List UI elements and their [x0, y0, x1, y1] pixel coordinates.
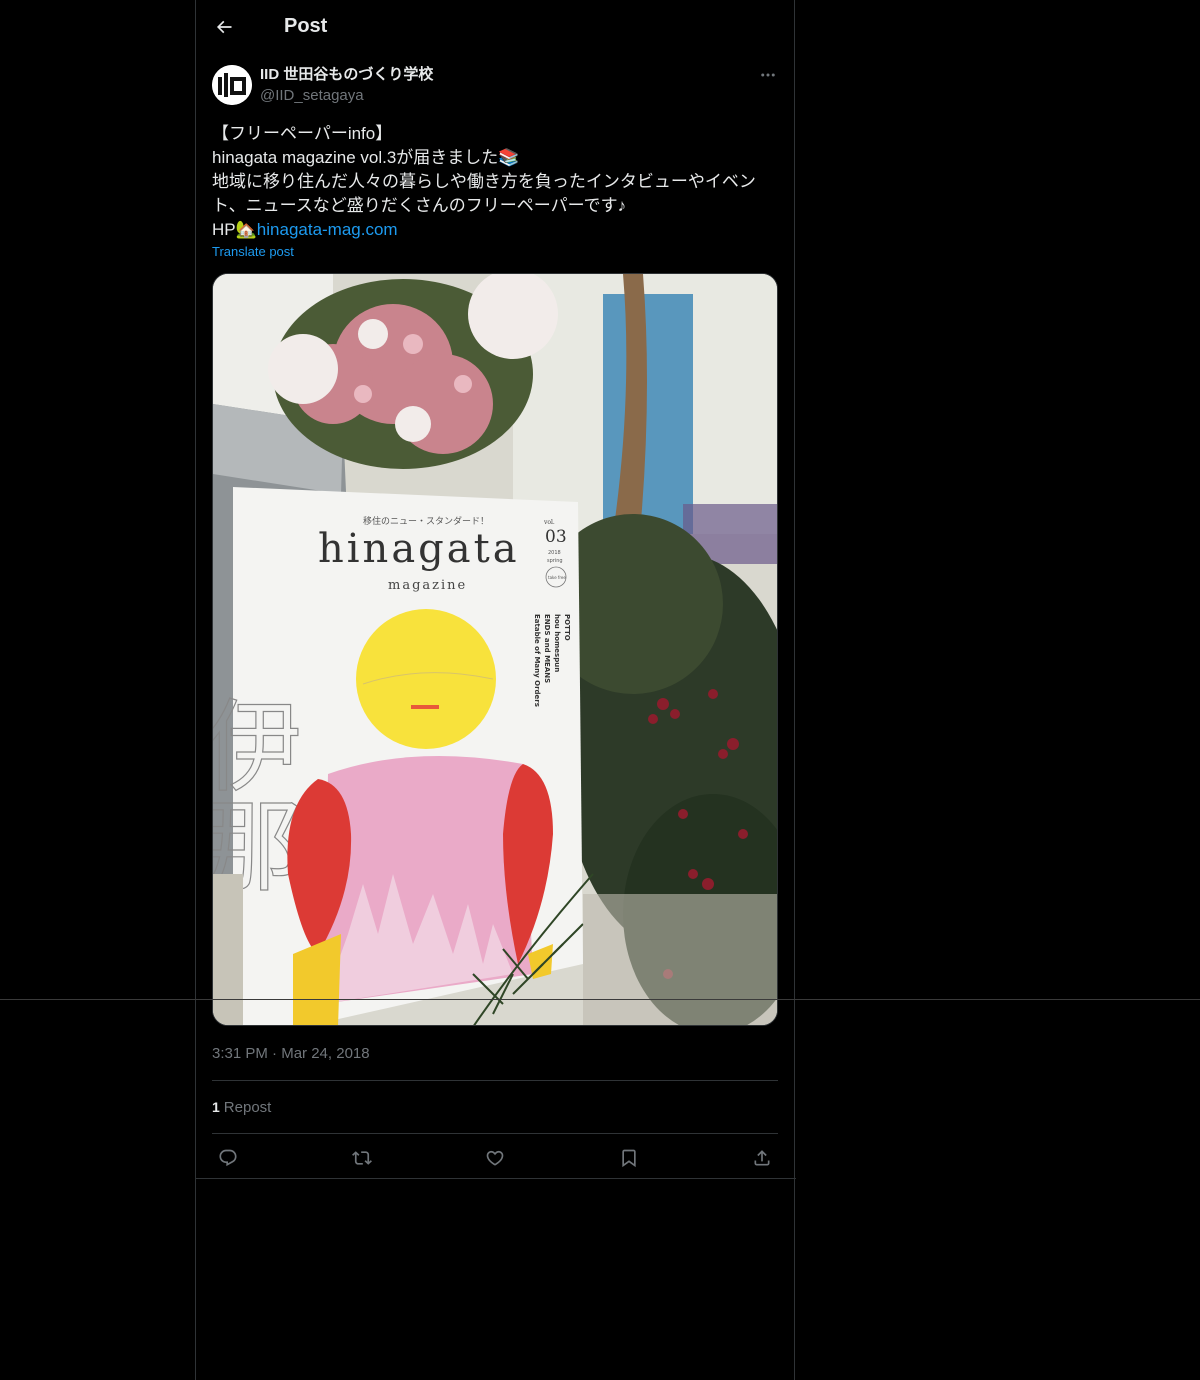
- post-line-4: ト、ニュースなど盛りだくさんのフリーペーパーです♪: [212, 196, 627, 215]
- horizontal-divider: [0, 999, 1200, 1000]
- hp-prefix: HP🏡: [212, 220, 257, 239]
- reply-icon: [219, 1149, 237, 1167]
- repost-icon: [351, 1151, 372, 1165]
- bookmark-button[interactable]: [617, 1146, 641, 1170]
- cover-contents-1: POTTO: [563, 614, 571, 641]
- heart-icon: [486, 1150, 504, 1166]
- author-row: IID 世田谷ものづくり学校 @IID_setagaya: [212, 65, 778, 106]
- repost-count: 1: [212, 1099, 220, 1115]
- avatar[interactable]: [212, 65, 252, 105]
- cover-vol-prefix: vol.: [543, 519, 555, 526]
- cover-stamp: take free: [548, 575, 566, 580]
- magazine-photo: 移住のニュー・スタンダード！ hinagata magazine vol. 03…: [213, 274, 777, 1025]
- post-stats[interactable]: 1 Repost: [212, 1081, 778, 1134]
- cover-edition: spring: [547, 558, 563, 564]
- post-line-1: 【フリーペーパーinfo】: [212, 124, 393, 143]
- share-icon: [754, 1150, 770, 1166]
- arrow-left-icon: [216, 20, 232, 33]
- reply-button[interactable]: [216, 1146, 240, 1170]
- action-bar: [212, 1134, 778, 1182]
- website-link[interactable]: hinagata-mag.com: [257, 220, 398, 239]
- bookmark-icon: [621, 1149, 636, 1168]
- header: Post: [196, 0, 794, 53]
- cover-contents-4: Eatable of Many Orders: [533, 614, 541, 707]
- post-line-3: 地域に移り住んだ人々の暮らしや働き方を負ったインタビューやイベン: [212, 172, 756, 191]
- translate-post-link[interactable]: Translate post: [212, 242, 778, 262]
- more-horizontal-icon: [761, 73, 775, 77]
- post-image[interactable]: 移住のニュー・スタンダード！ hinagata magazine vol. 03…: [212, 273, 778, 1026]
- post-time[interactable]: 3:31 PM: [212, 1045, 268, 1062]
- post-bottom-divider: [196, 1178, 796, 1179]
- cover-vol: 03: [545, 527, 567, 547]
- back-button[interactable]: [212, 15, 236, 39]
- post-timestamp: 3:31 PM · Mar 24, 2018: [212, 1044, 778, 1081]
- cover-title: hinagata: [318, 526, 520, 572]
- iid-logo-icon: [212, 65, 252, 105]
- cover-year: 2018: [548, 550, 561, 556]
- like-button[interactable]: [483, 1146, 507, 1170]
- more-button[interactable]: [758, 65, 778, 85]
- display-name[interactable]: IID 世田谷ものづくり学校: [260, 65, 433, 85]
- cover-contents-2: hou homespun: [553, 614, 561, 672]
- repost-button[interactable]: [350, 1146, 374, 1170]
- page-title: Post: [284, 15, 328, 37]
- handle[interactable]: @IID_setagaya: [260, 86, 433, 106]
- cover-contents-3: ENDS and MEANS: [543, 614, 551, 683]
- repost-label: Repost: [223, 1098, 272, 1116]
- share-button[interactable]: [750, 1146, 774, 1170]
- post-date[interactable]: Mar 24, 2018: [281, 1045, 369, 1062]
- timestamp-separator: ·: [272, 1045, 278, 1062]
- post-text: 【フリーペーパーinfo】 hinagata magazine vol.3が届き…: [212, 122, 772, 242]
- author-names: IID 世田谷ものづくり学校 @IID_setagaya: [260, 65, 433, 106]
- post: IID 世田谷ものづくり学校 @IID_setagaya 【フリーペーパーinf…: [196, 65, 794, 1182]
- cover-subtitle: magazine: [388, 578, 467, 593]
- post-column: Post IID 世田谷ものづくり学校 @IID_setagaya 【フリーペー…: [195, 0, 796, 1380]
- post-line-2: hinagata magazine vol.3が届きました📚: [212, 148, 520, 167]
